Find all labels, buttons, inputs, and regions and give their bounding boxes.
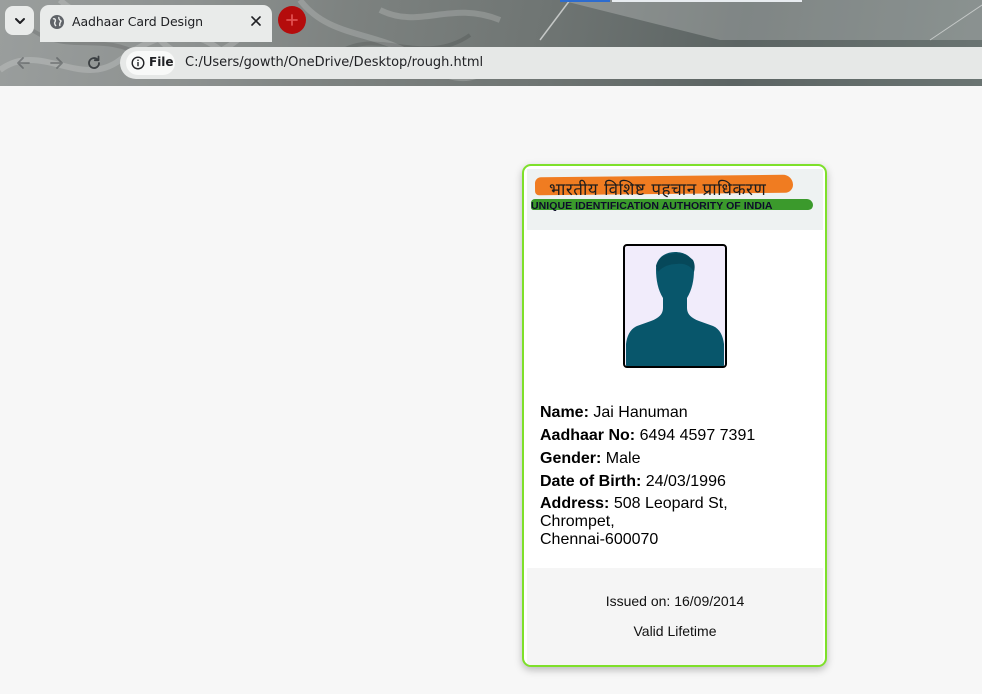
info-icon	[131, 56, 145, 70]
arrow-left-icon[interactable]	[14, 54, 32, 72]
chevron-down-icon	[14, 17, 25, 24]
site-chip-label: File	[149, 55, 174, 69]
card-details: Name: Jai Hanuman Aadhaar No: 6494 4597 …	[540, 401, 810, 549]
site-info-chip[interactable]: File	[126, 51, 175, 75]
card-header-banner: भारतीय विशिष्ट पहचान प्राधिकरण UNIQUE ID…	[527, 169, 823, 230]
browser-chrome: Aadhaar Card Design File C:/Users/gowth/…	[0, 0, 982, 86]
validity-text: Valid Lifetime	[633, 623, 717, 639]
profile-photo	[623, 244, 727, 368]
address-line-3: Chennai-600070	[540, 531, 659, 548]
new-tab-button[interactable]	[278, 6, 306, 34]
address-row: Address: 508 Leopard St, Chrompet, Chenn…	[540, 495, 810, 549]
address-label: Address:	[540, 495, 610, 512]
dob-value: 24/03/1996	[645, 473, 726, 490]
card-footer: Issued on: 16/09/2014 Valid Lifetime	[527, 568, 823, 665]
name-label: Name:	[540, 404, 589, 421]
person-silhouette-icon	[626, 252, 724, 366]
aadhaar-number-value: 6494 4597 7391	[639, 427, 756, 444]
aadhaar-number-row: Aadhaar No: 6494 4597 7391	[540, 424, 810, 447]
aadhaar-card: भारतीय विशिष्ट पहचान प्राधिकरण UNIQUE ID…	[522, 164, 827, 667]
url-text[interactable]: C:/Users/gowth/OneDrive/Desktop/rough.ht…	[185, 55, 483, 70]
gender-value: Male	[605, 450, 641, 467]
issued-date: Issued on: 16/09/2014	[605, 593, 745, 609]
browser-tab[interactable]: Aadhaar Card Design	[40, 5, 272, 42]
dob-row: Date of Birth: 24/03/1996	[540, 470, 810, 493]
address-line-2: Chrompet,	[540, 513, 615, 530]
plus-icon	[286, 14, 298, 26]
address-line-1: 508 Leopard St,	[613, 495, 728, 512]
address-bar[interactable]: File C:/Users/gowth/OneDrive/Desktop/rou…	[120, 47, 982, 79]
tab-search-button[interactable]	[5, 6, 34, 35]
hindi-title: भारतीय विशिष्ट पहचान प्राधिकरण	[549, 180, 767, 200]
gender-label: Gender:	[540, 450, 602, 467]
reload-icon[interactable]	[85, 54, 103, 72]
english-title: UNIQUE IDENTIFICATION AUTHORITY OF INDIA	[531, 200, 773, 212]
close-icon[interactable]	[249, 14, 263, 28]
aadhaar-number-label: Aadhaar No:	[540, 427, 636, 444]
dob-label: Date of Birth:	[540, 473, 642, 490]
name-row: Name: Jai Hanuman	[540, 401, 810, 424]
gender-row: Gender: Male	[540, 447, 810, 470]
name-value: Jai Hanuman	[593, 404, 688, 421]
arrow-right-icon[interactable]	[48, 54, 66, 72]
toolbar: File C:/Users/gowth/OneDrive/Desktop/rou…	[0, 40, 982, 86]
tab-title: Aadhaar Card Design	[72, 14, 203, 29]
globe-icon	[50, 15, 64, 29]
